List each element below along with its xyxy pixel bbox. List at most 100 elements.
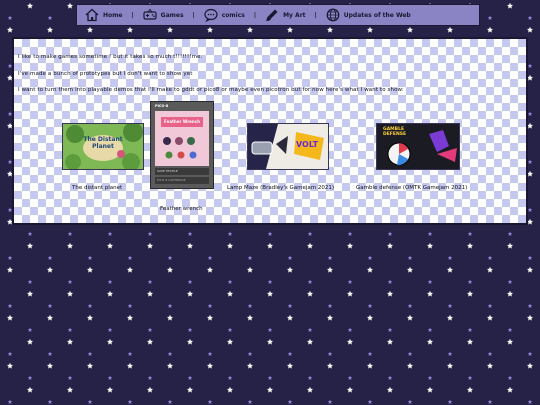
star-shape	[107, 290, 113, 297]
star-shape	[267, 338, 273, 345]
star-shape	[47, 255, 53, 260]
star-shape	[267, 231, 273, 236]
star-shape	[187, 386, 193, 393]
star-shape	[367, 351, 373, 356]
star-shape	[327, 362, 333, 369]
nav-item-my-art[interactable]: My Art	[265, 8, 306, 22]
star-shape	[467, 290, 473, 297]
nav-separator: |	[314, 11, 317, 19]
star-shape	[387, 242, 393, 249]
star-shape	[87, 266, 93, 273]
star-shape	[47, 26, 53, 33]
star-shape	[7, 362, 13, 369]
star-shape	[307, 242, 313, 249]
star-shape	[387, 386, 393, 393]
star-shape	[47, 399, 53, 404]
game-thumbnail-gamble-defense[interactable]: GAMBLE DEFENSE	[376, 123, 460, 170]
star-shape	[487, 303, 493, 308]
star-shape	[487, 15, 493, 20]
star-shape	[27, 2, 33, 9]
star-shape	[447, 362, 453, 369]
star-shape	[507, 327, 513, 332]
star-shape	[107, 338, 113, 345]
nav-item-updates[interactable]: Updates of the Web	[326, 8, 411, 22]
star-shape	[107, 327, 113, 332]
pico8-window-label: PICO-8	[155, 104, 169, 108]
star-shape	[127, 399, 133, 404]
star-shape	[467, 386, 473, 393]
star-shape	[67, 2, 73, 9]
game-thumbnail-feather-wrench[interactable]: PICO-8 Feather Wrench SAVE TEXTILE PICO-…	[150, 101, 214, 189]
star-shape	[487, 399, 493, 404]
star-shape	[367, 362, 373, 369]
star-shape	[7, 26, 13, 33]
star-shape	[27, 242, 33, 249]
star-shape	[347, 231, 353, 236]
star-shape	[527, 351, 533, 356]
star-shape	[147, 279, 153, 284]
star-shape	[487, 266, 493, 273]
star-shape	[267, 327, 273, 332]
star-shape	[287, 362, 293, 369]
game-title-gamble-defense[interactable]: Gamble defense (OMTK Gamejam 2021)	[356, 185, 467, 191]
demos-paragraph: I want to turn them into playable demos …	[18, 87, 404, 93]
star-shape	[447, 26, 453, 33]
star-shape	[247, 303, 253, 308]
nav-item-comics[interactable]: comics	[204, 8, 245, 22]
star-shape	[87, 399, 93, 404]
star-shape	[447, 266, 453, 273]
nav-item-games[interactable]: Games	[143, 8, 184, 22]
star-shape	[47, 314, 53, 321]
star-shape	[147, 242, 153, 249]
star-shape	[227, 231, 233, 236]
star-shape	[227, 338, 233, 345]
star-shape	[287, 303, 293, 308]
star-shape	[127, 266, 133, 273]
star-shape	[447, 303, 453, 308]
intro-paragraph: I like to make games sometime ! but it t…	[18, 54, 203, 60]
game-thumbnail-lamp-maze[interactable]: VOLT	[247, 123, 329, 170]
game-title-lamp-maze[interactable]: Lamp Maze (Bradley's Gamejam 2021)	[227, 185, 334, 191]
star-shape	[387, 338, 393, 345]
star-shape	[507, 242, 513, 249]
nav-item-home[interactable]: Home	[85, 8, 122, 22]
star-shape	[527, 314, 533, 321]
star-shape	[327, 351, 333, 356]
star-shape	[407, 399, 413, 404]
thumbnail-title: GAMBLE DEFENSE	[383, 127, 407, 137]
star-shape	[167, 351, 173, 356]
star-shape	[187, 327, 193, 332]
star-shape	[247, 26, 253, 33]
games-content-panel: I like to make games sometime ! but it t…	[12, 37, 528, 225]
feather-wrench-screen: Feather Wrench	[155, 111, 209, 166]
star-shape	[87, 314, 93, 321]
star-shape	[167, 362, 173, 369]
star-shape	[407, 26, 413, 33]
star-shape	[367, 303, 373, 308]
star-shape	[107, 279, 113, 284]
star-shape	[127, 351, 133, 356]
star-shape	[187, 375, 193, 380]
thumbnail-title: VOLT	[296, 140, 319, 149]
star-shape	[187, 338, 193, 345]
star-shape	[307, 231, 313, 236]
star-shape	[347, 279, 353, 284]
star-shape	[347, 338, 353, 345]
game-title-distant-planet[interactable]: The distant planet	[72, 185, 122, 191]
game-title-feather-wrench[interactable]: Feather wrench	[160, 206, 203, 212]
star-shape	[107, 242, 113, 249]
game-thumbnail-distant-planet[interactable]: The Distant Planet	[62, 123, 144, 170]
star-shape	[347, 327, 353, 332]
star-shape	[247, 351, 253, 356]
star-shape	[67, 231, 73, 236]
gamepad-icon	[143, 8, 157, 20]
star-shape	[167, 314, 173, 321]
star-shape	[187, 242, 193, 249]
star-shape	[7, 314, 13, 321]
star-shape	[187, 231, 193, 236]
star-shape	[227, 386, 233, 393]
star-shape	[527, 26, 533, 33]
star-shape	[267, 242, 273, 249]
star-shape	[107, 231, 113, 236]
star-shape	[267, 375, 273, 380]
